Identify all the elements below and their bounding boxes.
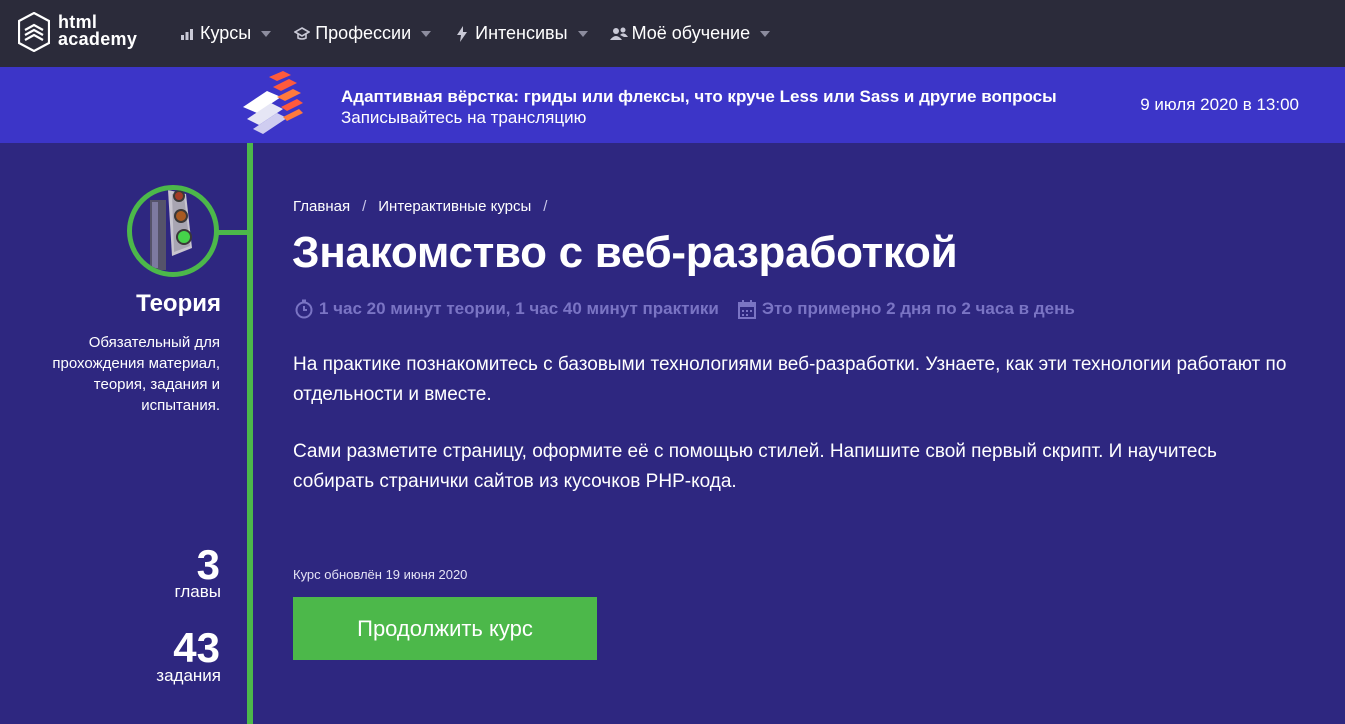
section-description: Обязательный для прохождения материал, т… [52, 334, 220, 414]
progress-connector [214, 230, 250, 235]
chevron-down-icon [261, 30, 272, 37]
tasks-label: задания [156, 666, 221, 685]
chevron-down-icon [421, 30, 432, 37]
chapters-count: 3 [196, 541, 220, 588]
continue-course-button[interactable]: Продолжить курс [293, 597, 597, 660]
breadcrumb: Главная / Интерактивные курсы / [293, 198, 559, 215]
nav-item-label: Интенсивы [475, 23, 568, 43]
course-schedule: Это примерно 2 дня по 2 часа в день [761, 299, 1075, 318]
nav-item-courses[interactable]: Курсы [178, 23, 272, 44]
chapters-label: главы [174, 582, 221, 601]
chevron-down-icon [760, 30, 771, 37]
tasks-count: 43 [173, 624, 220, 671]
page-title: Знакомство с веб-разработкой [292, 228, 958, 277]
users-icon [609, 25, 628, 43]
course-description-2: Сами разметите страницу, оформите её с п… [293, 441, 1217, 492]
banner-date: 9 июля 2020 в 13:00 [1140, 95, 1299, 114]
breadcrumb-home[interactable]: Главная [293, 198, 350, 215]
html-academy-logo[interactable]: html academy [18, 12, 138, 54]
traffic-light-icon [150, 190, 192, 270]
traffic-light-illustration [127, 185, 219, 277]
breadcrumb-separator: / [543, 198, 548, 215]
course-updated-date: Курс обновлён 19 июня 2020 [293, 567, 468, 582]
nav-item-label: Курсы [200, 23, 252, 43]
logo-badge-icon [18, 12, 50, 52]
top-navigation-bar: html academy Курсы Профессии Интенсивы М… [0, 0, 1345, 67]
nav-item-professions[interactable]: Профессии [293, 23, 432, 44]
course-meta: 1 час 20 минут теории, 1 час 40 минут пр… [294, 299, 1075, 319]
stopwatch-icon [295, 299, 313, 319]
graduation-cap-icon [293, 25, 311, 43]
logo-wordmark: html academy [58, 12, 138, 49]
lightning-icon [453, 25, 471, 43]
bar-chart-icon [178, 25, 196, 43]
webinar-promo-banner[interactable]: Адаптивная вёрстка: гриды или флексы, чт… [0, 67, 1345, 143]
course-description-1: На практике познакомитесь с базовыми тех… [293, 354, 1287, 405]
nav-item-label: Профессии [315, 23, 412, 43]
nav-item-intensives[interactable]: Интенсивы [453, 23, 588, 44]
section-title: Теория [136, 290, 221, 317]
course-duration: 1 час 20 минут теории, 1 час 40 минут пр… [319, 299, 719, 318]
chevron-down-icon [577, 30, 588, 37]
banner-subtitle: Записывайтесь на трансляцию [341, 108, 587, 127]
nav-item-my-learning[interactable]: Моё обучение [609, 23, 771, 44]
breadcrumb-separator: / [362, 198, 367, 215]
main-nav: Курсы Профессии Интенсивы Моё обучение [178, 0, 792, 67]
breadcrumb-interactive-courses[interactable]: Интерактивные курсы [378, 198, 531, 215]
nav-item-label: Моё обучение [631, 23, 751, 43]
banner-title: Адаптивная вёрстка: гриды или флексы, чт… [341, 87, 1057, 106]
calendar-icon [737, 300, 756, 319]
stacked-blocks-icon [243, 71, 303, 134]
